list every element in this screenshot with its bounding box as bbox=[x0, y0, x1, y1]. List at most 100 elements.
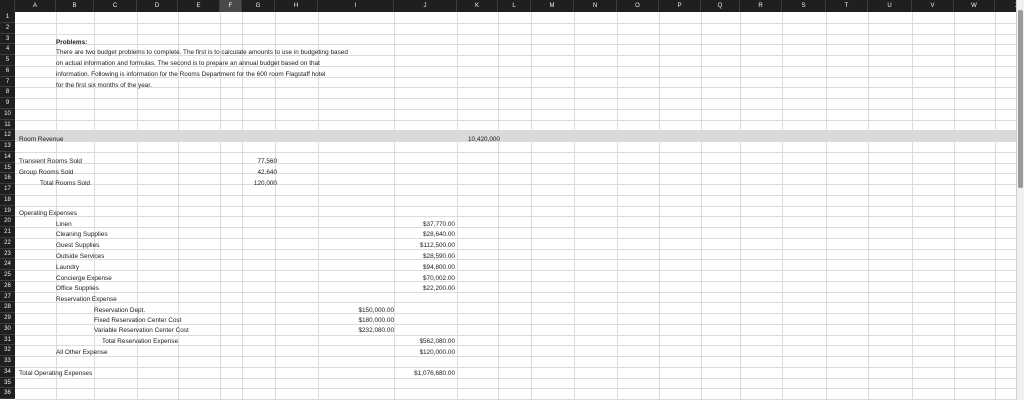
outside-services-value[interactable]: $28,590.00 bbox=[380, 252, 455, 261]
reservation-dept-label[interactable]: Reservation Dept. bbox=[94, 306, 145, 315]
row-header-33[interactable]: 33 bbox=[0, 356, 15, 367]
row-header-20[interactable]: 20 bbox=[0, 216, 15, 227]
column-header-a[interactable]: A bbox=[15, 0, 56, 12]
column-header-x[interactable]: X bbox=[995, 0, 1016, 12]
vertical-scrollbar[interactable] bbox=[1016, 0, 1024, 400]
row-header-13[interactable]: 13 bbox=[0, 141, 15, 152]
row-header-26[interactable]: 26 bbox=[0, 280, 15, 292]
linen-label[interactable]: Linen bbox=[56, 220, 72, 229]
room-revenue-label[interactable]: Room Revenue bbox=[19, 135, 63, 144]
row-header-14[interactable]: 14 bbox=[0, 151, 15, 163]
column-header-m[interactable]: M bbox=[531, 0, 574, 12]
problem-line-2[interactable]: on actual information and formulas. The … bbox=[56, 59, 320, 68]
total-operating-expenses-value[interactable]: $1,076,680.00 bbox=[380, 369, 455, 378]
row-header-12[interactable]: 12 bbox=[0, 130, 15, 141]
row-header-25[interactable]: 25 bbox=[0, 270, 15, 281]
total-rooms-value[interactable]: 120,000 bbox=[215, 179, 277, 188]
row-header-34[interactable]: 34 bbox=[0, 366, 15, 378]
row-header-27[interactable]: 27 bbox=[0, 291, 15, 303]
column-header-c[interactable]: C bbox=[94, 0, 137, 12]
row-header-31[interactable]: 31 bbox=[0, 334, 15, 346]
row-header-16[interactable]: 16 bbox=[0, 173, 15, 184]
spreadsheet-grid[interactable]: ABCDEFGHIJKLMNOPQRSTUVWX 123456789101112… bbox=[0, 0, 1016, 400]
column-header-p[interactable]: P bbox=[659, 0, 701, 12]
column-header-o[interactable]: O bbox=[617, 0, 659, 12]
laundry-label[interactable]: Laundry bbox=[56, 263, 79, 272]
row-header-5[interactable]: 5 bbox=[0, 55, 15, 66]
transient-rooms-label[interactable]: Transient Rooms Sold bbox=[19, 157, 82, 166]
fixed-reservation-value[interactable]: $180,000.00 bbox=[318, 316, 394, 325]
total-operating-expenses-label[interactable]: Total Operating Expenses bbox=[19, 369, 92, 378]
column-header-q[interactable]: Q bbox=[701, 0, 740, 12]
column-header-j[interactable]: J bbox=[394, 0, 457, 12]
column-header-g[interactable]: G bbox=[242, 0, 275, 12]
column-header-u[interactable]: U bbox=[868, 0, 912, 12]
row-header-28[interactable]: 28 bbox=[0, 302, 15, 313]
row-header-32[interactable]: 32 bbox=[0, 345, 15, 356]
operating-expenses-heading[interactable]: Operating Expenses bbox=[19, 209, 77, 218]
row-header-15[interactable]: 15 bbox=[0, 162, 15, 174]
row-header-4[interactable]: 4 bbox=[0, 44, 15, 55]
outside-services-label[interactable]: Outside Services bbox=[56, 252, 104, 261]
variable-reservation-value[interactable]: $232,080.00 bbox=[318, 326, 394, 335]
row-header-8[interactable]: 8 bbox=[0, 87, 15, 98]
reservation-expense-label[interactable]: Reservation Expense bbox=[56, 295, 117, 304]
column-header-s[interactable]: S bbox=[782, 0, 826, 12]
problem-line-3[interactable]: information. Following is information fo… bbox=[56, 70, 325, 79]
row-header-23[interactable]: 23 bbox=[0, 248, 15, 260]
total-rooms-label[interactable]: Total Rooms Sold bbox=[40, 179, 90, 188]
row-header-2[interactable]: 2 bbox=[0, 22, 15, 34]
fixed-reservation-label[interactable]: Fixed Reservation Center Cost bbox=[94, 316, 181, 325]
row-header-9[interactable]: 9 bbox=[0, 98, 15, 109]
scrollbar-thumb[interactable] bbox=[1018, 10, 1023, 188]
cleaning-supplies-value[interactable]: $28,640.00 bbox=[380, 230, 455, 239]
variable-reservation-label[interactable]: Variable Reservation Center Cost bbox=[94, 326, 189, 335]
row-header-7[interactable]: 7 bbox=[0, 76, 15, 88]
row-header-35[interactable]: 35 bbox=[0, 377, 15, 389]
total-reservation-label[interactable]: Total Reservation Expense bbox=[102, 337, 178, 346]
row-header-22[interactable]: 22 bbox=[0, 237, 15, 249]
linen-value[interactable]: $37,770.00 bbox=[380, 220, 455, 229]
column-header-r[interactable]: R bbox=[740, 0, 782, 12]
column-header-l[interactable]: L bbox=[498, 0, 531, 12]
other-expense-label[interactable]: All Other Expense bbox=[56, 348, 108, 357]
guest-supplies-value[interactable]: $112,500.00 bbox=[380, 241, 455, 250]
room-revenue-value[interactable]: 10,420,000 bbox=[420, 135, 500, 144]
row-header-19[interactable]: 19 bbox=[0, 205, 15, 217]
column-header-b[interactable]: B bbox=[56, 0, 94, 12]
row-header-24[interactable]: 24 bbox=[0, 259, 15, 270]
row-header-17[interactable]: 17 bbox=[0, 184, 15, 195]
row-header-30[interactable]: 30 bbox=[0, 323, 15, 335]
concierge-expense-label[interactable]: Concierge Expense bbox=[56, 274, 112, 283]
problem-line-4[interactable]: for the first six months of the year. bbox=[56, 81, 152, 90]
office-supplies-label[interactable]: Office Supplies bbox=[56, 284, 99, 293]
guest-supplies-label[interactable]: Guest Supplies bbox=[56, 241, 99, 250]
transient-rooms-value[interactable]: 77,560 bbox=[215, 157, 277, 166]
row-header-18[interactable]: 18 bbox=[0, 194, 15, 206]
column-header-n[interactable]: N bbox=[574, 0, 617, 12]
row-header-36[interactable]: 36 bbox=[0, 388, 15, 399]
row-header-11[interactable]: 11 bbox=[0, 119, 15, 131]
column-header-v[interactable]: V bbox=[912, 0, 954, 12]
concierge-expense-value[interactable]: $70,002.00 bbox=[380, 274, 455, 283]
row-header-10[interactable]: 10 bbox=[0, 108, 15, 120]
other-expense-value[interactable]: $120,000.00 bbox=[380, 348, 455, 357]
column-header-e[interactable]: E bbox=[178, 0, 220, 12]
column-header-f[interactable]: F bbox=[220, 0, 242, 12]
group-rooms-value[interactable]: 42,640 bbox=[215, 168, 277, 177]
row-header-6[interactable]: 6 bbox=[0, 65, 15, 77]
select-all-corner[interactable] bbox=[0, 0, 15, 12]
row-header-1[interactable]: 1 bbox=[0, 12, 15, 23]
row-header-21[interactable]: 21 bbox=[0, 227, 15, 238]
column-header-t[interactable]: T bbox=[826, 0, 868, 12]
group-rooms-label[interactable]: Group Rooms Sold bbox=[19, 168, 73, 177]
problem-line-1[interactable]: There are two budget problems to complet… bbox=[56, 48, 348, 57]
total-reservation-value[interactable]: $562,080.00 bbox=[380, 337, 455, 346]
laundry-value[interactable]: $94,800.00 bbox=[380, 263, 455, 272]
column-header-h[interactable]: H bbox=[275, 0, 318, 12]
problem-heading[interactable]: Problems: bbox=[56, 38, 87, 47]
cleaning-supplies-label[interactable]: Cleaning Supplies bbox=[56, 230, 108, 239]
office-supplies-value[interactable]: $22,200.00 bbox=[380, 284, 455, 293]
row-header-3[interactable]: 3 bbox=[0, 33, 15, 45]
column-header-i[interactable]: I bbox=[318, 0, 394, 12]
